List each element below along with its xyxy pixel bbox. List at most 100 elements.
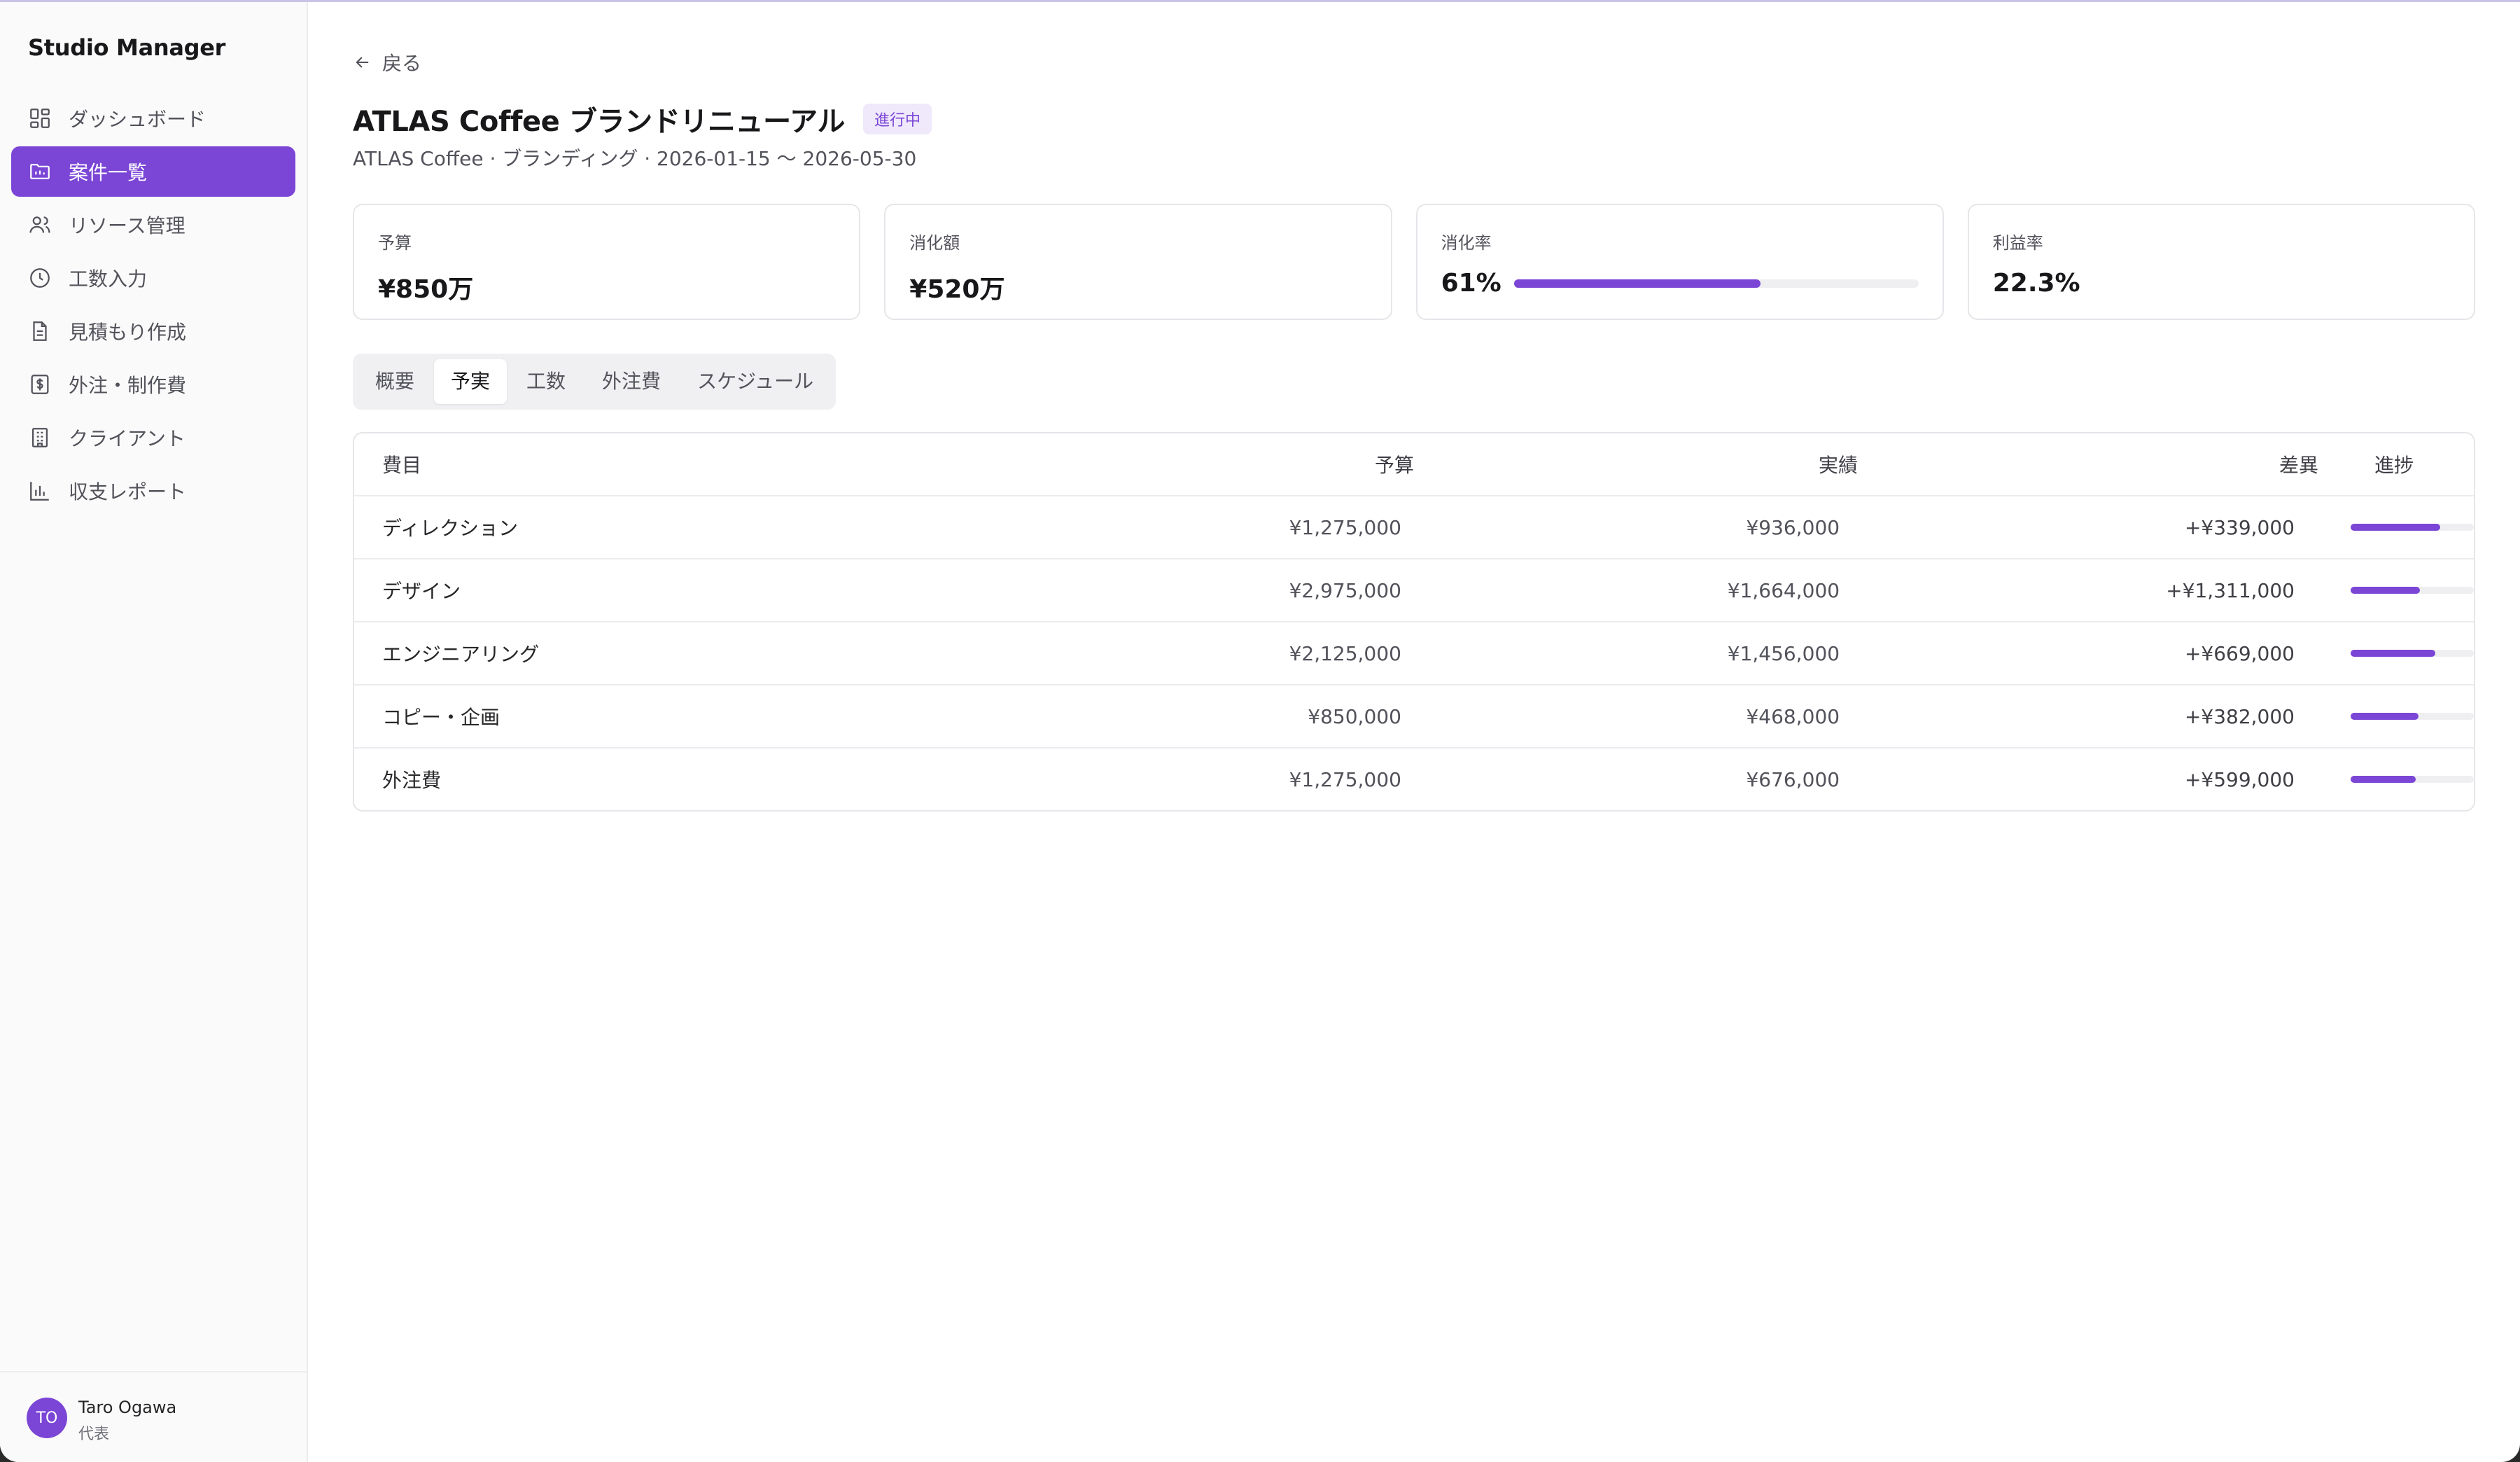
table-row[interactable]: コピー・企画 ¥850,000 ¥468,000 +¥382,000	[354, 684, 2474, 747]
main-content: 戻る ATLAS Coffee ブランドリニューアル 進行中 ATLAS Cof…	[309, 2, 2520, 1462]
cell-budget: ¥850,000	[1308, 704, 1401, 728]
arrow-left-icon	[356, 57, 369, 68]
cell-diff: +¥339,000	[2184, 515, 2295, 539]
sidebar-item-label: 工数入力	[69, 267, 148, 291]
table-row[interactable]: 外注費 ¥1,275,000 ¥676,000 +¥599,000	[354, 747, 2474, 810]
cell-name: ディレクション	[382, 517, 519, 540]
sidebar-item-timesheet[interactable]: 工数入力	[11, 253, 295, 303]
kpi-value: ¥850万	[378, 275, 474, 304]
bar-chart-icon	[28, 479, 52, 503]
user-name: Taro Ogawa	[78, 1398, 177, 1417]
tab-schedule[interactable]: スケジュール	[680, 359, 830, 404]
cell-actual: ¥936,000	[1746, 515, 1840, 539]
table-header: 費目 予算 実績 差異 進捗	[354, 433, 2474, 495]
document-icon	[28, 319, 52, 343]
cell-progress	[2295, 650, 2474, 657]
cell-budget: ¥1,275,000	[1289, 767, 1401, 791]
kpi-label: 予算	[378, 233, 412, 253]
cell-actual: ¥1,664,000	[1727, 578, 1840, 602]
users-icon	[28, 213, 52, 237]
kpi-margin: 利益率 22.3%	[1967, 204, 2476, 320]
status-badge: 進行中	[862, 104, 932, 134]
sidebar-item-label: ダッシュボード	[69, 108, 206, 131]
cell-name: 外注費	[382, 769, 442, 792]
folder-icon	[28, 160, 52, 183]
cell-diff: +¥1,311,000	[2166, 578, 2295, 602]
user-role: 代表	[78, 1426, 110, 1443]
tab-overview[interactable]: 概要	[358, 359, 431, 404]
cell-diff: +¥599,000	[2184, 767, 2295, 791]
progress-fill	[2351, 524, 2441, 531]
cell-name: デザイン	[382, 580, 461, 603]
column-header-name[interactable]: 費目	[354, 450, 966, 478]
tab-bar: 概要 予実 工数 外注費 スケジュール	[353, 354, 836, 410]
table-row[interactable]: デザイン ¥2,975,000 ¥1,664,000 +¥1,311,000	[354, 558, 2474, 621]
title-row: ATLAS Coffee ブランドリニューアル 進行中	[353, 99, 932, 139]
progress-fill	[2351, 776, 2416, 783]
app-title: Studio Manager	[28, 34, 226, 61]
cell-progress	[2295, 713, 2474, 720]
sidebar-item-projects[interactable]: 案件一覧	[11, 146, 295, 197]
progress-bar	[2351, 776, 2474, 783]
kpi-label: 消化率	[1441, 233, 1492, 253]
sidebar-item-estimate[interactable]: 見積もり作成	[11, 306, 295, 356]
tab-outsourcing[interactable]: 外注費	[585, 359, 678, 404]
column-header-actual[interactable]: 実績	[1414, 450, 1858, 478]
cell-name: コピー・企画	[382, 706, 500, 729]
sidebar-item-reports[interactable]: 収支レポート	[11, 466, 295, 516]
column-header-diff[interactable]: 差異	[1858, 450, 2318, 478]
consumption-progress-fill	[1513, 279, 1761, 288]
sidebar-item-clients[interactable]: クライアント	[11, 412, 295, 463]
sidebar: Studio Manager ダッシュボード 案件一覧 リソース管理 工数入力 …	[0, 2, 308, 1462]
progress-bar	[2351, 524, 2474, 531]
app-window: Studio Manager ダッシュボード 案件一覧 リソース管理 工数入力 …	[0, 0, 2520, 1462]
kpi-consumption-rate: 消化率 61%	[1415, 204, 1944, 320]
cell-progress	[2295, 524, 2474, 531]
kpi-label: 利益率	[1992, 233, 2043, 253]
progress-bar	[2351, 713, 2474, 720]
back-link[interactable]: 戻る	[353, 48, 421, 76]
sidebar-item-outsourcing[interactable]: 外注・制作費	[11, 359, 295, 410]
consumption-progress-bar	[1513, 279, 1919, 288]
sidebar-item-dashboard[interactable]: ダッシュボード	[11, 93, 295, 144]
cell-diff: +¥382,000	[2184, 704, 2295, 728]
cell-actual: ¥468,000	[1746, 704, 1840, 728]
kpi-value: 22.3%	[1992, 269, 2080, 298]
table-row[interactable]: エンジニアリング ¥2,125,000 ¥1,456,000 +¥669,000	[354, 621, 2474, 684]
sidebar-item-label: クライアント	[69, 427, 186, 450]
progress-fill	[2351, 650, 2436, 657]
kpi-spent: 消化額 ¥520万	[884, 204, 1392, 320]
page-title: ATLAS Coffee ブランドリニューアル	[353, 106, 845, 138]
sidebar-item-resources[interactable]: リソース管理	[11, 200, 295, 250]
sidebar-nav: ダッシュボード 案件一覧 リソース管理 工数入力 見積もり作成 外注・制作費 ク…	[11, 93, 295, 519]
column-header-progress[interactable]: 進捗	[2318, 450, 2474, 478]
sidebar-item-label: 見積もり作成	[69, 321, 187, 344]
cell-budget: ¥2,125,000	[1289, 641, 1401, 665]
progress-bar	[2351, 650, 2474, 657]
cell-actual: ¥1,456,000	[1727, 641, 1840, 665]
user-profile[interactable]: TO Taro Ogawa 代表	[0, 1371, 307, 1462]
cell-budget: ¥1,275,000	[1289, 515, 1401, 539]
sidebar-item-label: 案件一覧	[69, 161, 148, 184]
progress-fill	[2351, 713, 2418, 720]
column-header-budget[interactable]: 予算	[966, 450, 1414, 478]
kpi-value: ¥520万	[909, 275, 1005, 304]
kpi-value: 61%	[1441, 269, 1502, 298]
dollar-icon	[28, 373, 52, 396]
kpi-budget: 予算 ¥850万	[353, 204, 861, 320]
back-label: 戻る	[382, 52, 422, 75]
table-row[interactable]: ディレクション ¥1,275,000 ¥936,000 +¥339,000	[354, 495, 2474, 558]
building-icon	[28, 426, 52, 450]
cell-budget: ¥2,975,000	[1289, 578, 1401, 602]
sidebar-item-label: 外注・制作費	[69, 374, 187, 397]
sidebar-item-label: リソース管理	[69, 214, 186, 237]
sidebar-item-label: 収支レポート	[69, 480, 187, 503]
tab-budget-actual[interactable]: 予実	[434, 359, 507, 404]
tab-hours[interactable]: 工数	[510, 359, 582, 404]
dashboard-icon	[28, 106, 52, 130]
project-subtitle: ATLAS Coffee · ブランディング · 2026-01-15 〜 20…	[353, 147, 917, 170]
clock-icon	[28, 266, 52, 290]
cell-actual: ¥676,000	[1746, 767, 1840, 791]
cell-progress	[2295, 587, 2474, 594]
cell-diff: +¥669,000	[2184, 641, 2295, 665]
